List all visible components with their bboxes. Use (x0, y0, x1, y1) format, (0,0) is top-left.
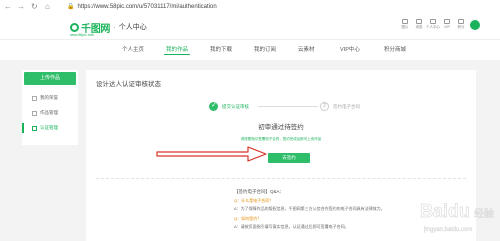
url-text: https://www.58pic.com/u/57031117/mi/auth… (77, 4, 217, 10)
tab-works[interactable]: 我的作品 (163, 45, 191, 55)
page-subtitle: 个人中心 (118, 24, 147, 31)
tab-subscriptions[interactable]: 我的订阅 (254, 45, 276, 53)
lock-icon: 🔒 (67, 4, 75, 10)
logo-tagline: www.58pic.com (70, 33, 95, 37)
avatar[interactable] (470, 20, 480, 30)
message-icon (416, 19, 422, 24)
tab-cloud[interactable]: 云素材 (298, 45, 315, 53)
step-2-number: 2 (323, 103, 326, 109)
svg-text:jingyan.baidu.com: jingyan.baidu.com (423, 227, 472, 233)
home-icon[interactable]: ⌂ (45, 2, 50, 12)
logo-mark (70, 22, 79, 32)
tab-vip[interactable]: VIP中心 (340, 45, 360, 53)
qa-answer: A：请按页面指引填写真实信息，认证通过后即可签署电子合同。 (234, 224, 349, 229)
sidebar: 上传作品 我的荣誉 作品管理 认证管理 (22, 70, 78, 145)
user-icon (430, 19, 436, 24)
tab-home[interactable]: 个人主页 (122, 45, 144, 53)
active-indicator (22, 123, 24, 133)
step-connector (258, 106, 318, 107)
step-2-label: 签约电子合同 (333, 104, 360, 109)
header-tools: 图片 消息 个人中心 VIP 积分 (398, 19, 468, 33)
coin-icon (458, 19, 464, 24)
tool-vip[interactable]: VIP (440, 19, 454, 33)
tab-downloads[interactable]: 我的下载 (210, 45, 232, 53)
svg-text:Baidu: Baidu (420, 201, 470, 221)
site-logo[interactable]: 千图网 · 个人中心 (70, 20, 147, 35)
upload-work-button[interactable]: 上传作品 (24, 72, 76, 85)
url-field[interactable]: 🔒 https://www.58pic.com/u/57031117/mi/aut… (67, 2, 487, 12)
sign-contract-button[interactable]: 去签约 (268, 153, 310, 163)
status-subtitle: 请按照指引签署电子合同，签约完成后即可上传作品 (240, 137, 322, 141)
tool-image[interactable]: 图片 (398, 19, 412, 33)
page-title: 设计达人认证审核状态 (96, 81, 161, 88)
qa-question: Q：如何签约？ (234, 216, 262, 221)
tool-user[interactable]: 个人中心 (426, 19, 440, 33)
sidebar-item-certification[interactable]: 认证管理 (32, 125, 58, 131)
sidebar-item-works[interactable]: 作品管理 (32, 110, 58, 116)
divider (96, 178, 466, 179)
diamond-icon (444, 19, 450, 24)
logo-separator: · (113, 22, 116, 32)
status-title: 初审通过待签约 (258, 124, 304, 131)
qa-question: Q：什么是电子合同？ (234, 198, 274, 203)
svg-text:经验: 经验 (474, 207, 494, 220)
step-1-label: 提交认证审核 (222, 104, 249, 109)
honor-icon (32, 95, 37, 101)
browser-address-bar: ← → ↻ ⌂ 🔒 https://www.58pic.com/u/5703111… (0, 0, 500, 15)
reload-icon[interactable]: ↻ (31, 2, 38, 12)
qa-title: 【签约电子合同】Q&A： (234, 189, 285, 194)
arrow-right-icon[interactable]: → (17, 2, 25, 12)
main-tabs: 个人主页 我的作品 我的下载 我的订阅 云素材 VIP中心 积分商城 (0, 39, 500, 60)
arrow-left-icon[interactable]: ← (4, 2, 12, 12)
qa-answer: A：为了保障作品的版权信息，千图网第三方公信合作签约的电子合同具有法律效力。 (234, 206, 385, 211)
works-icon (32, 110, 37, 116)
tool-points[interactable]: 积分 (454, 19, 468, 33)
tab-points-mall[interactable]: 积分商城 (384, 45, 406, 53)
certification-icon (32, 125, 37, 131)
red-arrow-annotation (156, 146, 267, 162)
image-icon (402, 19, 408, 24)
check-icon: ✓ (211, 102, 217, 109)
sidebar-item-honors[interactable]: 我的荣誉 (32, 95, 58, 101)
baidu-jingyan-watermark: Baidu 经验 jingyan.baidu.com (420, 201, 494, 233)
tool-message[interactable]: 消息 (412, 19, 426, 33)
